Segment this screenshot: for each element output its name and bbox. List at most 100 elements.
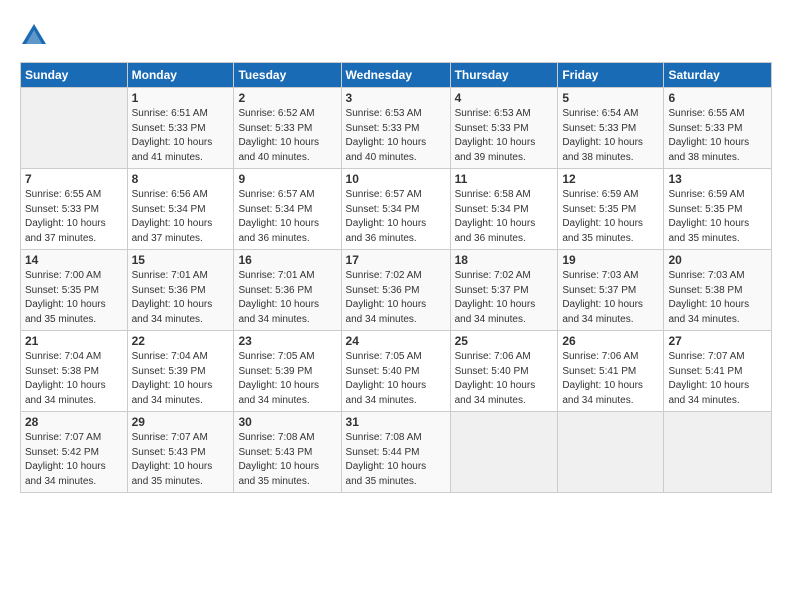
calendar-cell: 12 Sunrise: 6:59 AMSunset: 5:35 PMDayligh… (558, 169, 664, 250)
calendar-cell: 11 Sunrise: 6:58 AMSunset: 5:34 PMDayligh… (450, 169, 558, 250)
day-number: 13 (668, 172, 767, 186)
calendar-header-wednesday: Wednesday (341, 63, 450, 88)
day-number: 7 (25, 172, 123, 186)
calendar-cell: 18 Sunrise: 7:02 AMSunset: 5:37 PMDayligh… (450, 250, 558, 331)
day-info: Sunrise: 7:07 AMSunset: 5:42 PMDaylight:… (25, 431, 123, 489)
day-number: 3 (346, 91, 446, 105)
day-info: Sunrise: 7:06 AMSunset: 5:41 PMDaylight:… (562, 350, 659, 408)
calendar-table: SundayMondayTuesdayWednesdayThursdayFrid… (20, 62, 772, 493)
calendar-header-monday: Monday (127, 63, 234, 88)
day-number: 9 (238, 172, 336, 186)
day-info: Sunrise: 7:04 AMSunset: 5:39 PMDaylight:… (132, 350, 230, 408)
calendar-week-4: 21 Sunrise: 7:04 AMSunset: 5:38 PMDayligh… (21, 331, 772, 412)
day-number: 10 (346, 172, 446, 186)
day-info: Sunrise: 7:03 AMSunset: 5:38 PMDaylight:… (668, 269, 767, 327)
day-number: 8 (132, 172, 230, 186)
day-number: 5 (562, 91, 659, 105)
day-number: 23 (238, 334, 336, 348)
day-number: 4 (455, 91, 554, 105)
day-info: Sunrise: 7:01 AMSunset: 5:36 PMDaylight:… (238, 269, 336, 327)
day-info: Sunrise: 6:56 AMSunset: 5:34 PMDaylight:… (132, 188, 230, 246)
day-info: Sunrise: 7:08 AMSunset: 5:44 PMDaylight:… (346, 431, 446, 489)
day-number: 19 (562, 253, 659, 267)
day-number: 20 (668, 253, 767, 267)
calendar-week-3: 14 Sunrise: 7:00 AMSunset: 5:35 PMDayligh… (21, 250, 772, 331)
calendar-cell: 6Sunrise: 6:55 AMSunset: 5:33 PMDaylight… (664, 88, 772, 169)
day-info: Sunrise: 7:06 AMSunset: 5:40 PMDaylight:… (455, 350, 554, 408)
day-info: Sunrise: 6:55 AMSunset: 5:33 PMDaylight:… (668, 107, 767, 165)
calendar-header-sunday: Sunday (21, 63, 128, 88)
day-number: 25 (455, 334, 554, 348)
day-info: Sunrise: 6:55 AMSunset: 5:33 PMDaylight:… (25, 188, 123, 246)
day-info: Sunrise: 6:54 AMSunset: 5:33 PMDaylight:… (562, 107, 659, 165)
calendar-header-tuesday: Tuesday (234, 63, 341, 88)
calendar-header-row: SundayMondayTuesdayWednesdayThursdayFrid… (21, 63, 772, 88)
calendar-cell: 22 Sunrise: 7:04 AMSunset: 5:39 PMDayligh… (127, 331, 234, 412)
calendar-cell (558, 412, 664, 493)
day-number: 21 (25, 334, 123, 348)
day-number: 22 (132, 334, 230, 348)
day-info: Sunrise: 7:07 AMSunset: 5:43 PMDaylight:… (132, 431, 230, 489)
day-info: Sunrise: 7:04 AMSunset: 5:38 PMDaylight:… (25, 350, 123, 408)
calendar-cell: 14 Sunrise: 7:00 AMSunset: 5:35 PMDayligh… (21, 250, 128, 331)
calendar-cell (21, 88, 128, 169)
day-number: 1 (132, 91, 230, 105)
calendar-cell: 7 Sunrise: 6:55 AMSunset: 5:33 PMDaylight… (21, 169, 128, 250)
calendar-cell: 31 Sunrise: 7:08 AMSunset: 5:44 PMDayligh… (341, 412, 450, 493)
day-number: 15 (132, 253, 230, 267)
calendar-cell: 21 Sunrise: 7:04 AMSunset: 5:38 PMDayligh… (21, 331, 128, 412)
calendar-cell (664, 412, 772, 493)
day-info: Sunrise: 7:02 AMSunset: 5:36 PMDaylight:… (346, 269, 446, 327)
day-info: Sunrise: 6:59 AMSunset: 5:35 PMDaylight:… (562, 188, 659, 246)
day-info: Sunrise: 7:07 AMSunset: 5:41 PMDaylight:… (668, 350, 767, 408)
day-number: 29 (132, 415, 230, 429)
calendar-cell: 13 Sunrise: 6:59 AMSunset: 5:35 PMDayligh… (664, 169, 772, 250)
calendar-header-saturday: Saturday (664, 63, 772, 88)
day-number: 18 (455, 253, 554, 267)
calendar-cell: 27 Sunrise: 7:07 AMSunset: 5:41 PMDayligh… (664, 331, 772, 412)
day-number: 17 (346, 253, 446, 267)
calendar-cell: 19 Sunrise: 7:03 AMSunset: 5:37 PMDayligh… (558, 250, 664, 331)
calendar-cell: 15 Sunrise: 7:01 AMSunset: 5:36 PMDayligh… (127, 250, 234, 331)
day-number: 24 (346, 334, 446, 348)
calendar-cell: 10 Sunrise: 6:57 AMSunset: 5:34 PMDayligh… (341, 169, 450, 250)
day-info: Sunrise: 7:01 AMSunset: 5:36 PMDaylight:… (132, 269, 230, 327)
day-info: Sunrise: 6:57 AMSunset: 5:34 PMDaylight:… (238, 188, 336, 246)
day-number: 31 (346, 415, 446, 429)
day-info: Sunrise: 7:02 AMSunset: 5:37 PMDaylight:… (455, 269, 554, 327)
logo-icon (20, 22, 48, 50)
calendar-header-friday: Friday (558, 63, 664, 88)
logo (20, 18, 52, 50)
day-info: Sunrise: 7:00 AMSunset: 5:35 PMDaylight:… (25, 269, 123, 327)
day-info: Sunrise: 6:59 AMSunset: 5:35 PMDaylight:… (668, 188, 767, 246)
day-number: 16 (238, 253, 336, 267)
day-info: Sunrise: 7:05 AMSunset: 5:40 PMDaylight:… (346, 350, 446, 408)
page: SundayMondayTuesdayWednesdayThursdayFrid… (0, 0, 792, 503)
calendar-cell: 9 Sunrise: 6:57 AMSunset: 5:34 PMDaylight… (234, 169, 341, 250)
calendar-cell: 5 Sunrise: 6:54 AMSunset: 5:33 PMDaylight… (558, 88, 664, 169)
day-info: Sunrise: 6:58 AMSunset: 5:34 PMDaylight:… (455, 188, 554, 246)
day-number: 12 (562, 172, 659, 186)
calendar-header-thursday: Thursday (450, 63, 558, 88)
calendar-cell: 1 Sunrise: 6:51 AMSunset: 5:33 PMDaylight… (127, 88, 234, 169)
header (20, 18, 772, 50)
day-info: Sunrise: 6:51 AMSunset: 5:33 PMDaylight:… (132, 107, 230, 165)
day-number: 11 (455, 172, 554, 186)
calendar-cell: 25 Sunrise: 7:06 AMSunset: 5:40 PMDayligh… (450, 331, 558, 412)
day-info: Sunrise: 6:57 AMSunset: 5:34 PMDaylight:… (346, 188, 446, 246)
calendar-cell: 24 Sunrise: 7:05 AMSunset: 5:40 PMDayligh… (341, 331, 450, 412)
calendar-cell: 30Sunrise: 7:08 AMSunset: 5:43 PMDayligh… (234, 412, 341, 493)
day-number: 30 (238, 415, 336, 429)
day-number: 26 (562, 334, 659, 348)
calendar-cell: 29 Sunrise: 7:07 AMSunset: 5:43 PMDayligh… (127, 412, 234, 493)
day-number: 28 (25, 415, 123, 429)
day-info: Sunrise: 7:03 AMSunset: 5:37 PMDaylight:… (562, 269, 659, 327)
calendar-cell: 3 Sunrise: 6:53 AMSunset: 5:33 PMDaylight… (341, 88, 450, 169)
calendar-cell: 26 Sunrise: 7:06 AMSunset: 5:41 PMDayligh… (558, 331, 664, 412)
day-number: 2 (238, 91, 336, 105)
day-info: Sunrise: 6:52 AMSunset: 5:33 PMDaylight:… (238, 107, 336, 165)
day-info: Sunrise: 6:53 AMSunset: 5:33 PMDaylight:… (346, 107, 446, 165)
calendar-cell (450, 412, 558, 493)
day-number: 27 (668, 334, 767, 348)
day-number: 14 (25, 253, 123, 267)
